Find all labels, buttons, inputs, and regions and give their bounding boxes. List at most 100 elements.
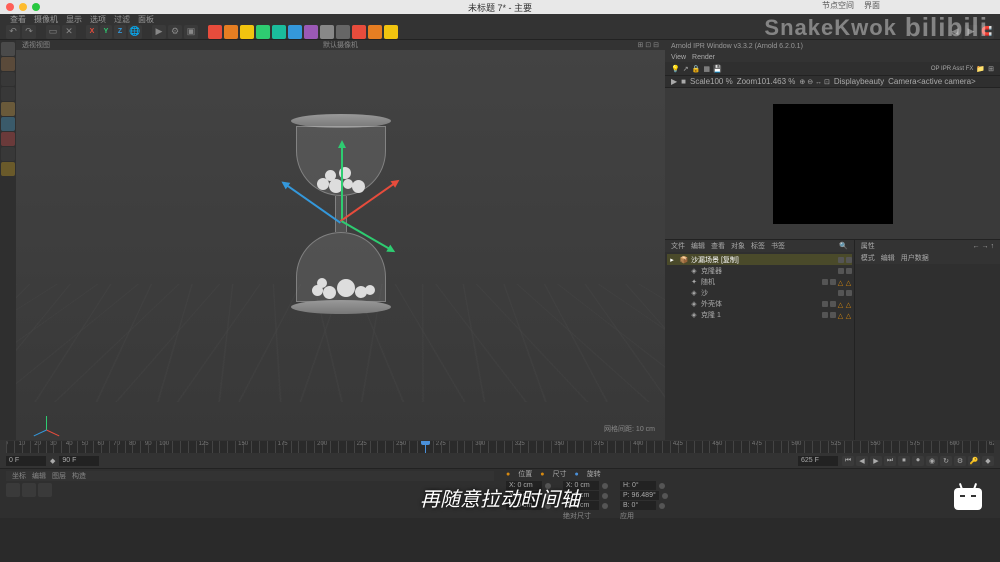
layout-tab[interactable]: 界面 bbox=[864, 0, 880, 11]
minimize-window-button[interactable] bbox=[19, 3, 27, 11]
rot-p-field[interactable]: P: 96.489° bbox=[620, 491, 659, 500]
bottom-tab[interactable]: 编辑 bbox=[32, 471, 46, 481]
primitive-icon[interactable] bbox=[256, 25, 270, 39]
menu-panel[interactable]: 面板 bbox=[138, 14, 154, 25]
menu-camera[interactable]: 摄像机 bbox=[34, 14, 58, 25]
primitive-icon[interactable] bbox=[384, 25, 398, 39]
camera-dropdown[interactable]: <active camera> bbox=[917, 77, 976, 86]
zoom-value[interactable]: 101.463 % bbox=[757, 77, 795, 86]
axis-x-toggle[interactable]: X bbox=[86, 25, 98, 39]
playback-button-1[interactable]: ◀ bbox=[856, 456, 868, 466]
bottom-tab[interactable]: 构造 bbox=[72, 471, 86, 481]
size-mode-dropdown[interactable]: 绝对尺寸 bbox=[563, 511, 591, 521]
model-mode[interactable] bbox=[1, 42, 15, 56]
obj-tab[interactable]: 对象 bbox=[731, 241, 745, 251]
object-tree[interactable]: ▸📦沙漏场景 [复制]◈克隆器✦随机△△◈沙◈外壳体△△◈克隆 1△△ bbox=[665, 252, 854, 440]
search-icon[interactable]: 🔍 bbox=[839, 242, 848, 250]
rot-b-field[interactable]: B: 0° bbox=[620, 501, 656, 510]
primitive-icon[interactable] bbox=[240, 25, 254, 39]
render-settings[interactable]: ⚙ bbox=[168, 25, 182, 39]
menu-display[interactable]: 显示 bbox=[66, 14, 82, 25]
primitive-icon[interactable] bbox=[368, 25, 382, 39]
primitive-icon[interactable] bbox=[304, 25, 318, 39]
viewport-icons[interactable]: ⊞ ⊡ ⊟ bbox=[638, 41, 660, 49]
paint-mode[interactable] bbox=[1, 132, 15, 146]
primitive-icon[interactable] bbox=[224, 25, 238, 39]
render-region[interactable]: ▣ bbox=[184, 25, 198, 39]
bottom-tab[interactable]: 图层 bbox=[52, 471, 66, 481]
playback-button-10[interactable]: ◆ bbox=[982, 456, 994, 466]
range-end-field[interactable]: 90 F bbox=[59, 456, 99, 466]
world-toggle[interactable]: 🌐 bbox=[128, 25, 142, 39]
save-icon[interactable]: 💾 bbox=[713, 65, 722, 73]
point-mode[interactable] bbox=[1, 72, 15, 86]
coord-tab-pos[interactable]: 位置 bbox=[518, 469, 532, 479]
arrow-icon[interactable]: ↗ bbox=[683, 65, 689, 73]
attr-tab[interactable]: 模式 bbox=[861, 253, 875, 263]
texture-mode[interactable] bbox=[1, 57, 15, 71]
playback-button-3[interactable]: ⏭ bbox=[884, 456, 896, 466]
playback-button-6[interactable]: ◉ bbox=[926, 456, 938, 466]
start-frame-field[interactable]: 0 F bbox=[6, 456, 46, 466]
mat-slot[interactable] bbox=[38, 483, 52, 497]
apply-button[interactable]: 应用 bbox=[620, 511, 634, 521]
edge-mode[interactable] bbox=[1, 87, 15, 101]
arnold-play-button[interactable]: ▶ bbox=[671, 77, 677, 86]
tree-row[interactable]: ◈外壳体△△ bbox=[667, 298, 852, 309]
sculpt-mode[interactable] bbox=[1, 162, 15, 176]
gizmo-y-axis[interactable] bbox=[341, 142, 343, 222]
obj-tab[interactable]: 编辑 bbox=[691, 241, 705, 251]
anim-mode[interactable] bbox=[1, 147, 15, 161]
primitive-icon[interactable] bbox=[320, 25, 334, 39]
timeline-playhead[interactable] bbox=[425, 441, 426, 453]
obj-tab[interactable]: 书签 bbox=[771, 241, 785, 251]
attr-nav[interactable]: ← → ↑ bbox=[973, 243, 994, 250]
select-tool[interactable]: ▭ bbox=[46, 25, 60, 39]
grid-icon[interactable]: ▦ bbox=[703, 65, 710, 73]
playback-button-7[interactable]: ↻ bbox=[940, 456, 952, 466]
render-button[interactable]: ▶ bbox=[152, 25, 166, 39]
attr-tab[interactable]: 编辑 bbox=[881, 253, 895, 263]
menu-filter[interactable]: 过滤 bbox=[114, 14, 130, 25]
perspective-viewport[interactable]: 网格间距: 10 cm bbox=[16, 50, 665, 440]
end-frame-field[interactable]: 625 F bbox=[798, 456, 838, 466]
tree-row[interactable]: ✦随机△△ bbox=[667, 276, 852, 287]
redo-button[interactable]: ↷ bbox=[22, 25, 36, 39]
display-dropdown[interactable]: beauty bbox=[860, 77, 884, 86]
maximize-window-button[interactable] bbox=[32, 3, 40, 11]
mat-slot[interactable] bbox=[22, 483, 36, 497]
primitive-icon[interactable] bbox=[352, 25, 366, 39]
menu-options[interactable]: 选项 bbox=[90, 14, 106, 25]
tree-row[interactable]: ◈克隆 1△△ bbox=[667, 309, 852, 320]
obj-tab[interactable]: 查看 bbox=[711, 241, 725, 251]
layout-tab[interactable]: 节点空间 bbox=[822, 0, 854, 11]
arnold-tab-render[interactable]: Render bbox=[692, 54, 715, 61]
primitive-icon[interactable] bbox=[288, 25, 302, 39]
arnold-op-label[interactable]: OP IPR Asst FX bbox=[931, 66, 974, 72]
coord-tab-rot[interactable]: 旋转 bbox=[587, 469, 601, 479]
obj-tab[interactable]: 标签 bbox=[751, 241, 765, 251]
playback-button-0[interactable]: ⏮ bbox=[842, 456, 854, 466]
rot-h-field[interactable]: H: 0° bbox=[620, 481, 656, 490]
axis-z-toggle[interactable]: Z bbox=[114, 25, 126, 39]
playback-button-9[interactable]: 🔑 bbox=[968, 456, 980, 466]
poly-mode[interactable] bbox=[1, 102, 15, 116]
lightbulb-icon[interactable]: 💡 bbox=[671, 65, 680, 73]
cross-tool[interactable]: ✕ bbox=[62, 25, 76, 39]
playback-button-5[interactable]: ⏺ bbox=[912, 456, 924, 466]
camera-label[interactable]: 默认摄像机 bbox=[323, 40, 358, 50]
uv-mode[interactable] bbox=[1, 117, 15, 131]
primitive-icon[interactable] bbox=[272, 25, 286, 39]
key-icon[interactable]: ◆ bbox=[50, 457, 55, 465]
primitive-icon[interactable] bbox=[336, 25, 350, 39]
primitive-icon[interactable] bbox=[208, 25, 222, 39]
mat-slot[interactable] bbox=[6, 483, 20, 497]
folder-icon[interactable]: 📁 bbox=[976, 65, 985, 73]
undo-button[interactable]: ↶ bbox=[6, 25, 20, 39]
attr-tab[interactable]: 用户数据 bbox=[901, 253, 929, 263]
arnold-render-view[interactable] bbox=[665, 88, 1000, 239]
tree-row[interactable]: ◈沙 bbox=[667, 287, 852, 298]
menu-view[interactable]: 查看 bbox=[10, 14, 26, 25]
lock-icon[interactable]: 🔒 bbox=[692, 65, 701, 73]
tree-row[interactable]: ◈克隆器 bbox=[667, 265, 852, 276]
